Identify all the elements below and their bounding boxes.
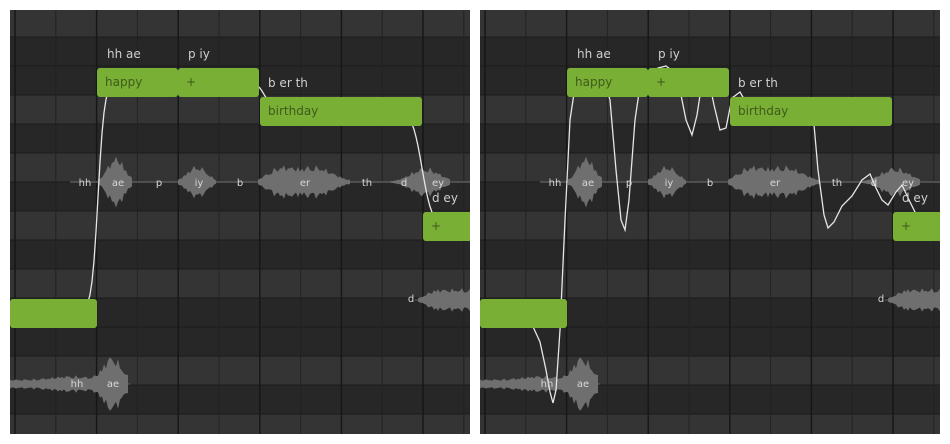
grid-row <box>480 37 940 66</box>
grid-row <box>480 327 940 356</box>
wave-label: th <box>831 178 843 189</box>
grid-row <box>10 327 470 356</box>
note-plus2[interactable]: + <box>893 212 940 241</box>
grid-row <box>10 37 470 66</box>
wave-label: iy <box>194 178 204 189</box>
wave-label: ey <box>431 178 445 189</box>
grid-row <box>480 269 940 298</box>
grid-row <box>480 414 940 434</box>
note-plus2[interactable]: + <box>423 212 470 241</box>
note-plus1[interactable]: + <box>178 68 259 97</box>
grid-row <box>480 211 940 240</box>
note-happy[interactable]: happy <box>97 68 178 97</box>
phonemes-birthday: b er th <box>268 76 308 90</box>
wave-label: er <box>769 178 781 189</box>
grid-row <box>10 240 470 269</box>
wave-label: hh <box>78 178 92 189</box>
piano-roll-right[interactable]: hh ae p iy b er th d ey happy + birthday… <box>480 10 940 434</box>
wave-label: iy <box>664 178 674 189</box>
wave-label: er <box>299 178 311 189</box>
grid-row <box>480 240 940 269</box>
wave-label: d <box>877 294 885 305</box>
wave-label: d <box>870 178 878 189</box>
phonemes-happy: hh ae <box>577 47 611 61</box>
wave-label: p <box>155 178 163 189</box>
wave-label: b <box>706 178 714 189</box>
grid-row <box>10 269 470 298</box>
wave-label: ae <box>581 178 595 189</box>
phonemes-birthday: b er th <box>738 76 778 90</box>
grid-row <box>480 124 940 153</box>
note-low[interactable] <box>10 299 97 328</box>
wave-label: ae <box>111 178 125 189</box>
wave-label: hh <box>70 379 84 390</box>
grid-row <box>10 124 470 153</box>
phonemes-plus1: p iy <box>658 47 680 61</box>
wave-label: hh <box>548 178 562 189</box>
note-happy[interactable]: happy <box>567 68 648 97</box>
grid-row <box>10 10 470 37</box>
note-low[interactable] <box>480 299 567 328</box>
grid-row <box>10 211 470 240</box>
piano-roll-left[interactable]: hh ae p iy b er th d ey happy + birthday… <box>10 10 470 434</box>
note-plus1[interactable]: + <box>648 68 729 97</box>
phonemes-plus2: d ey <box>432 191 458 205</box>
wave-label: d <box>407 294 415 305</box>
phonemes-plus1: p iy <box>188 47 210 61</box>
wave-label: hh <box>540 379 554 390</box>
wave-label: ae <box>576 379 590 390</box>
phonemes-happy: hh ae <box>107 47 141 61</box>
grid-row <box>10 414 470 434</box>
wave-label: b <box>236 178 244 189</box>
wave-label: ae <box>106 379 120 390</box>
wave-label: th <box>361 178 373 189</box>
phonemes-plus2: d ey <box>902 191 928 205</box>
wave-label: p <box>625 178 633 189</box>
wave-label: d <box>400 178 408 189</box>
grid-row <box>480 10 940 37</box>
wave-label: ey <box>901 178 915 189</box>
note-birthday[interactable]: birthday <box>260 97 422 126</box>
note-birthday[interactable]: birthday <box>730 97 892 126</box>
